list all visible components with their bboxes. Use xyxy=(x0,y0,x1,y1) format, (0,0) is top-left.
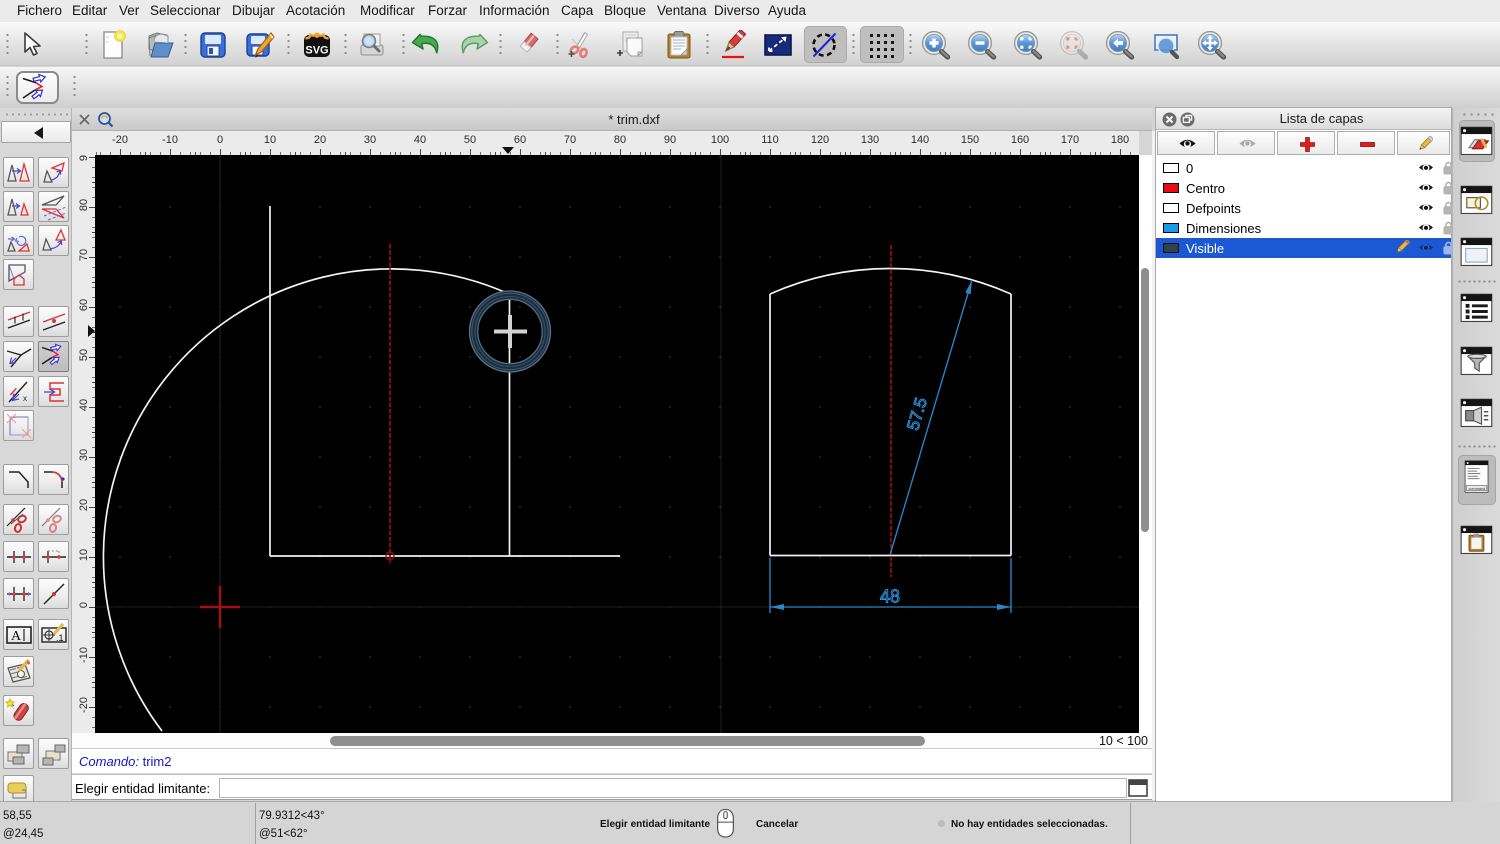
svg-text:48: 48 xyxy=(880,587,900,607)
svg-text:SVG: SVG xyxy=(305,45,328,57)
svg-text:57.5: 57.5 xyxy=(903,395,931,432)
svg-text:command: command xyxy=(1469,487,1486,491)
svg-text:.1: .1 xyxy=(56,633,64,643)
svg-text:x: x xyxy=(23,394,27,403)
svg-text:A: A xyxy=(11,629,22,644)
